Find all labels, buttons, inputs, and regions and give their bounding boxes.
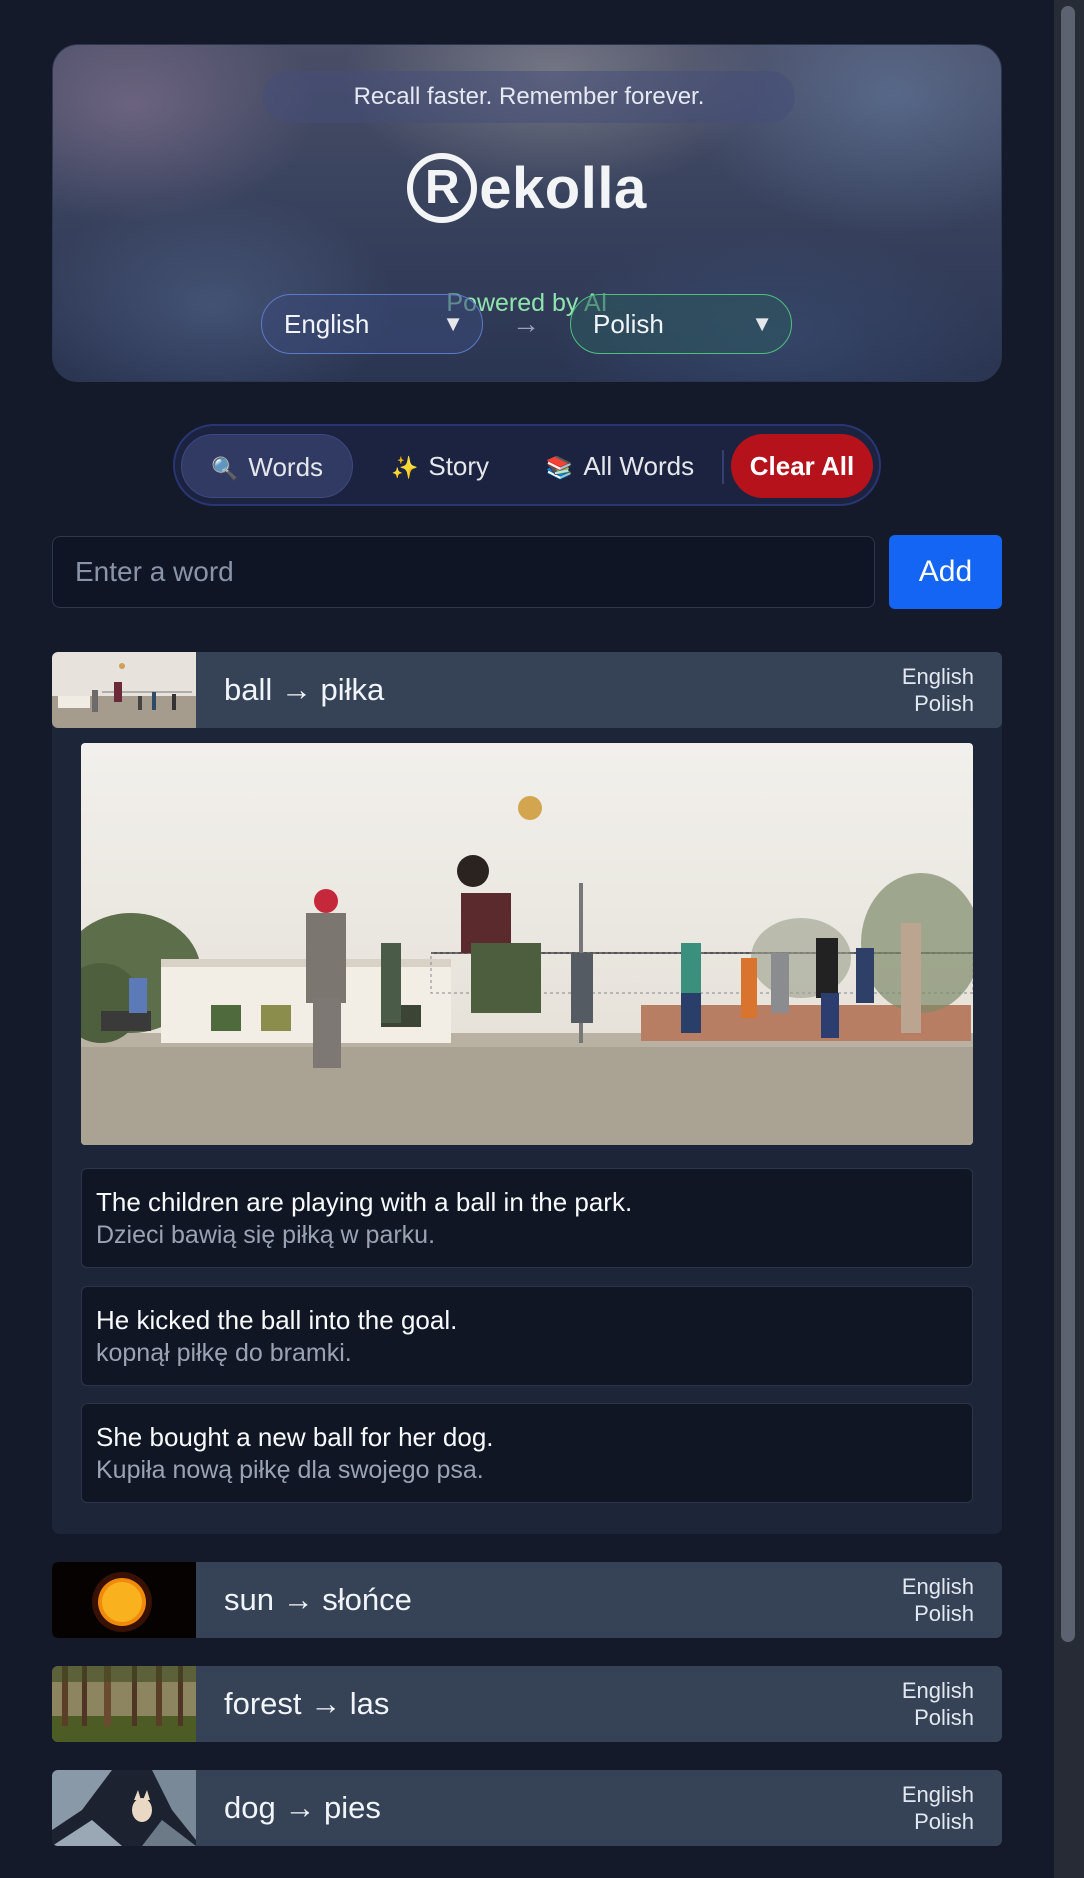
tab-all-words-label: All Words: [583, 451, 695, 481]
word-row-forest[interactable]: forest → las English Polish: [52, 1666, 1002, 1742]
word-languages: English Polish: [902, 1781, 974, 1835]
target-language-value: Polish: [593, 309, 664, 339]
word-input[interactable]: [52, 536, 875, 608]
example-sentence: He kicked the ball into the goal. kopnął…: [81, 1286, 973, 1386]
sentence-translation: Dzieci bawią się piłką w parku.: [96, 1221, 436, 1249]
word-pair-text: forest → las: [224, 1686, 390, 1721]
dog-thumbnail: [52, 1770, 196, 1846]
source-language-tag: English: [901, 1782, 974, 1807]
sentence-translation: kopnął piłkę do bramki.: [96, 1339, 352, 1367]
word-languages: English Polish: [902, 1677, 974, 1731]
target-language-tag: Polish: [914, 1705, 974, 1730]
tab-story-label: Story: [428, 451, 490, 481]
tab-words-label: Words: [248, 452, 324, 482]
word-pair-text: ball → piłka: [224, 672, 385, 707]
word-pair-text: sun → słońce: [224, 1582, 412, 1617]
magnifier-icon: 🔍: [210, 456, 239, 481]
source-language-select[interactable]: English ▼: [261, 294, 483, 354]
word-row-ball[interactable]: ball → piłka English Polish: [52, 652, 1002, 728]
source-language-tag: English: [901, 664, 974, 689]
sun-thumbnail: [52, 1562, 196, 1638]
logo-r-mark: R: [407, 153, 478, 223]
rekolla-logo: R ekolla: [53, 153, 1001, 223]
app-page: Recall faster. Remember forever. R ekoll…: [0, 0, 1054, 1878]
arrow-right-icon: →: [512, 308, 540, 339]
tagline: Recall faster. Remember forever.: [263, 71, 795, 123]
source-language-tag: English: [901, 1574, 974, 1599]
sentence-source: He kicked the ball into the goal.: [96, 1305, 458, 1335]
source-language-value: English: [284, 309, 370, 339]
source-language-tag: English: [901, 1678, 974, 1703]
word-languages: English Polish: [902, 1573, 974, 1627]
logo-text: ekolla: [479, 155, 647, 221]
example-sentence: The children are playing with a ball in …: [81, 1168, 973, 1268]
word-languages: English Polish: [902, 663, 974, 717]
ball-photo: [81, 743, 973, 1145]
target-language-tag: Polish: [914, 1809, 974, 1834]
example-sentence: She bought a new ball for her dog. Kupił…: [81, 1403, 973, 1503]
chevron-down-icon: ▼: [751, 311, 773, 336]
ball-thumbnail: [52, 652, 196, 728]
word-row-dog[interactable]: dog → pies English Polish: [52, 1770, 1002, 1846]
scrollbar-thumb[interactable]: [1061, 6, 1075, 1642]
target-language-tag: Polish: [914, 1601, 974, 1626]
language-selector-row: English ▼ → Polish ▼: [52, 294, 1002, 354]
word-pair-text: dog → pies: [224, 1790, 381, 1825]
sentence-source: She bought a new ball for her dog.: [96, 1422, 494, 1452]
clear-all-button[interactable]: Clear All: [731, 434, 873, 498]
tab-divider: [722, 450, 724, 484]
tab-story[interactable]: ✨ Story: [365, 434, 515, 498]
word-row-sun[interactable]: sun → słońce English Polish: [52, 1562, 1002, 1638]
forest-thumbnail: [52, 1666, 196, 1742]
target-language-tag: Polish: [914, 691, 974, 716]
sparkles-icon: ✨: [390, 455, 419, 480]
target-language-select[interactable]: Polish ▼: [570, 294, 792, 354]
chevron-down-icon: ▼: [442, 311, 464, 336]
mode-tabs: 🔍 Words ✨ Story 📚 All Words Clear All: [173, 424, 881, 506]
sentence-source: The children are playing with a ball in …: [96, 1187, 633, 1217]
tab-all-words[interactable]: 📚 All Words: [525, 434, 715, 498]
add-button[interactable]: Add: [889, 535, 1002, 609]
books-icon: 📚: [545, 455, 574, 480]
sentence-translation: Kupiła nową piłkę dla swojego psa.: [96, 1456, 484, 1484]
tab-words[interactable]: 🔍 Words: [181, 434, 353, 498]
